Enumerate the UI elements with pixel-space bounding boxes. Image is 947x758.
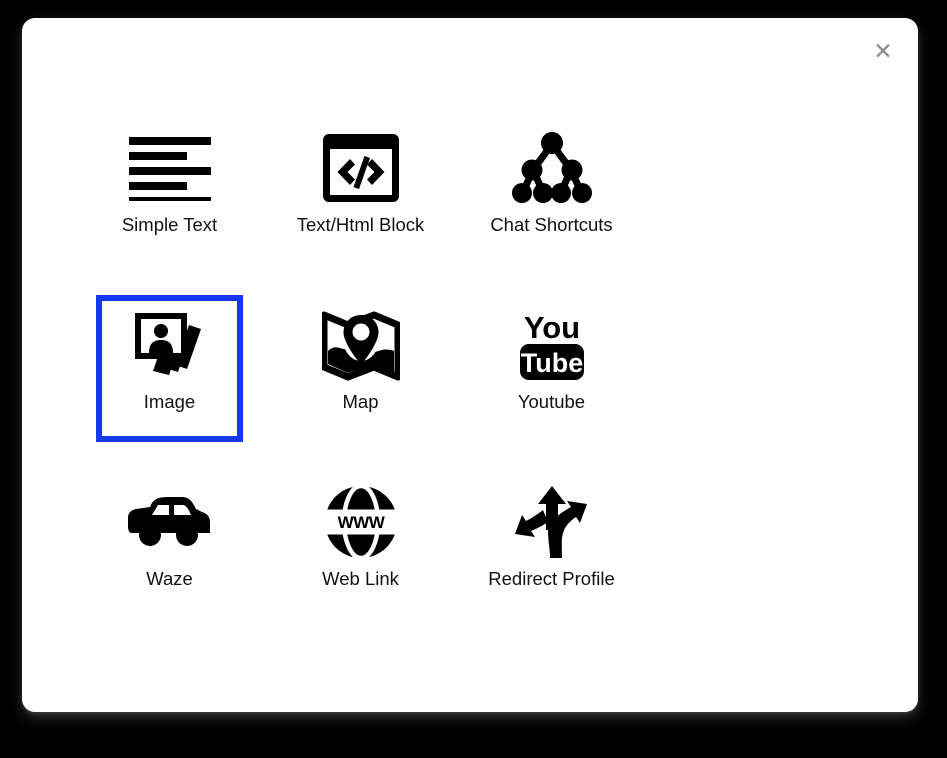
grid-item-label: Web Link — [322, 568, 399, 589]
grid-item-redirect-profile[interactable]: Redirect Profile — [478, 472, 625, 619]
photo-stack-icon — [131, 301, 209, 389]
code-window-icon — [322, 122, 399, 214]
content-type-picker-modal: ✕ Simple Text Text/Html Block Chat Short… — [22, 18, 918, 712]
grid-item-label: Redirect Profile — [488, 568, 615, 589]
text-lines-icon — [128, 122, 211, 214]
grid-item-label: Youtube — [517, 391, 586, 412]
grid-item-simple-text[interactable]: Simple Text — [96, 118, 243, 265]
grid-item-label: Simple Text — [121, 214, 218, 235]
globe-www-text: WWW — [337, 513, 385, 532]
grid-item-youtube[interactable]: You Tube Youtube — [478, 295, 625, 442]
youtube-logo-icon: You Tube — [512, 299, 592, 391]
grid-item-label: Waze — [146, 568, 193, 589]
grid-item-map[interactable]: Map — [287, 295, 434, 442]
node-tree-icon — [511, 122, 592, 214]
globe-www-icon: WWW — [322, 476, 399, 568]
grid-item-label: Chat Shortcuts — [490, 214, 613, 235]
grid-item-image[interactable]: Image — [96, 295, 243, 442]
three-way-arrows-icon — [512, 476, 592, 568]
close-icon[interactable]: ✕ — [866, 34, 900, 68]
content-type-grid: Simple Text Text/Html Block Chat Shortcu… — [74, 118, 714, 649]
grid-item-label: Image — [143, 391, 196, 412]
grid-item-web-link[interactable]: WWW Web Link — [287, 472, 434, 619]
grid-item-text-html-block[interactable]: Text/Html Block — [287, 118, 434, 265]
youtube-bottom-text: Tube — [520, 348, 583, 378]
grid-item-label: Text/Html Block — [296, 214, 425, 235]
youtube-top-text: You — [523, 310, 579, 345]
grid-item-chat-shortcuts[interactable]: Chat Shortcuts — [478, 118, 625, 265]
screen-root: ✕ Simple Text Text/Html Block Chat Short… — [0, 0, 947, 758]
grid-item-label: Map — [342, 391, 379, 412]
map-pin-icon — [321, 299, 400, 391]
car-icon — [127, 476, 212, 568]
grid-item-waze[interactable]: Waze — [96, 472, 243, 619]
